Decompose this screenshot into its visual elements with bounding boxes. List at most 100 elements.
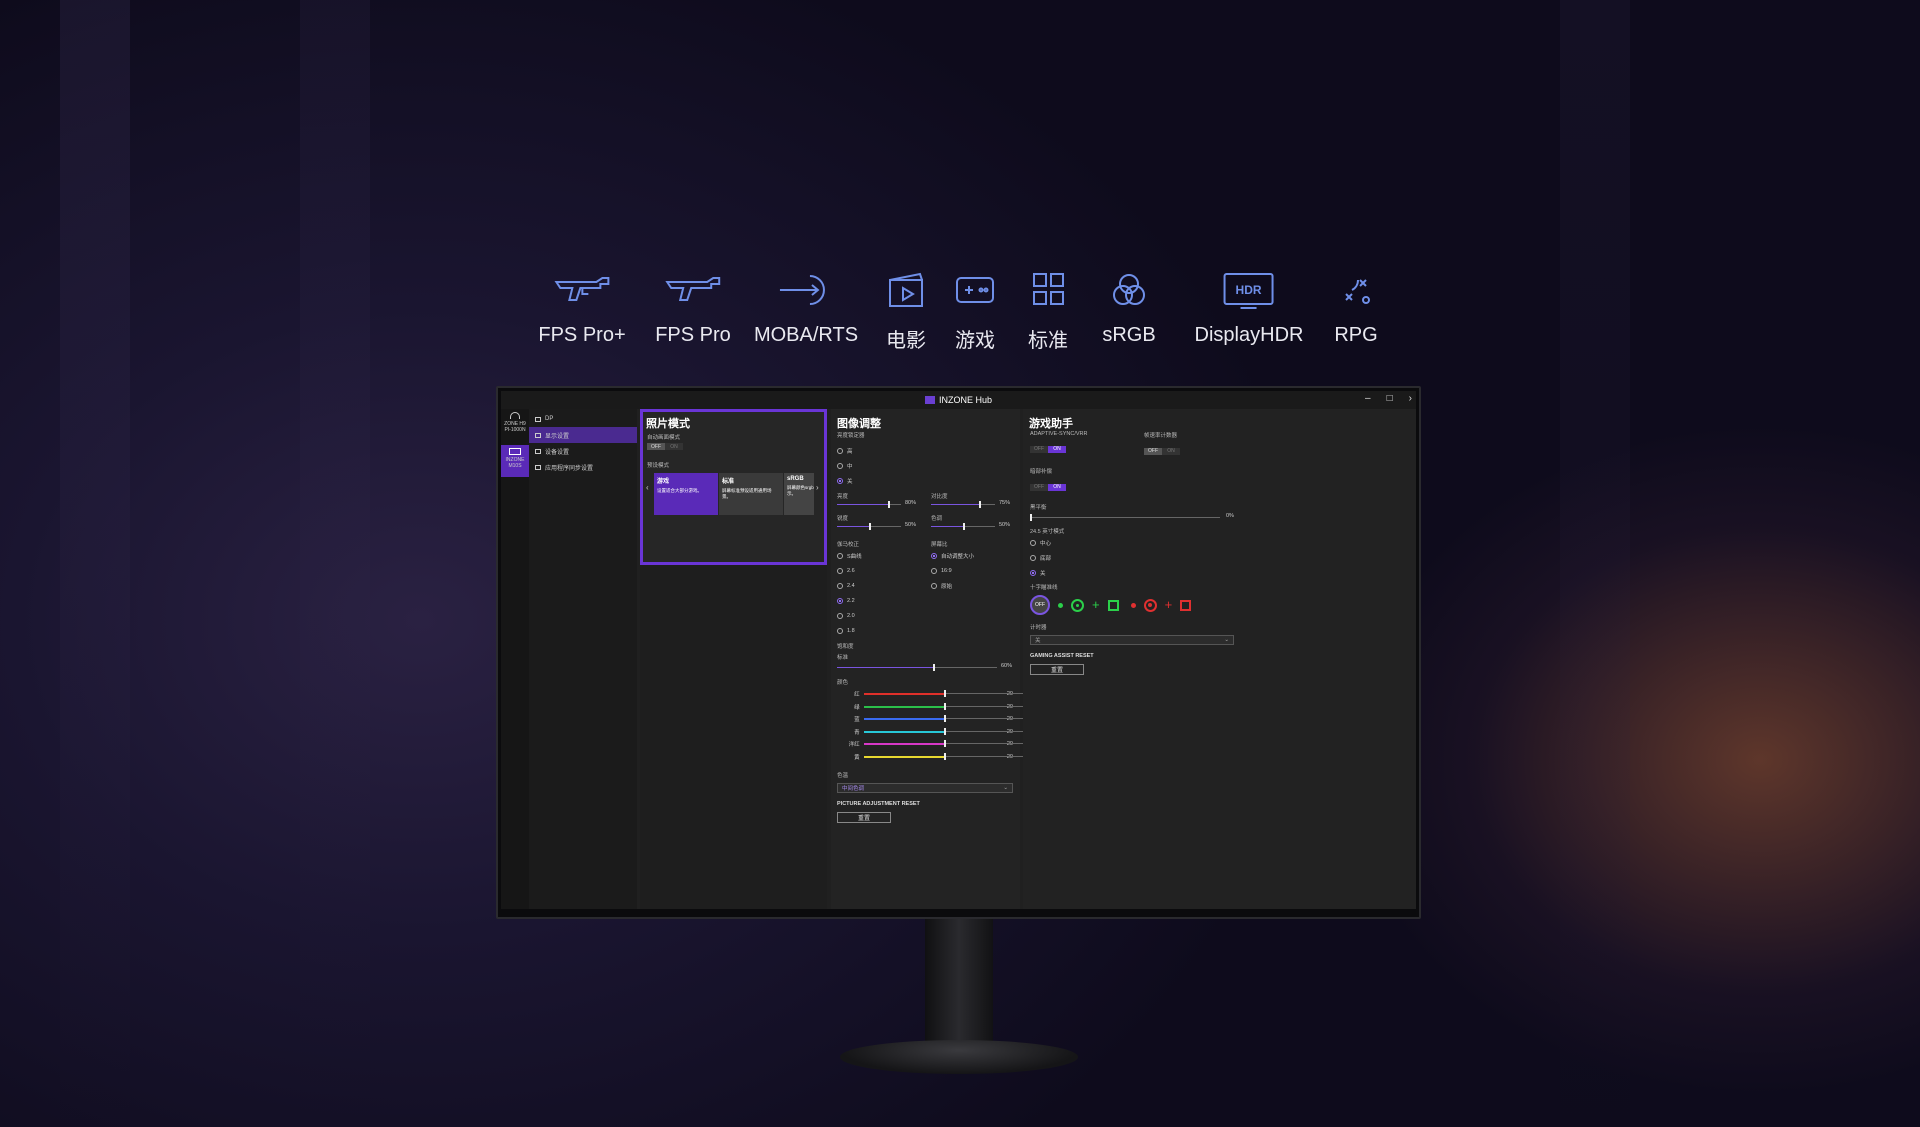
chevron-down-icon: ⌄: [1003, 785, 1008, 791]
color-sliders: 红 20 绿 20 蓝 20 青 20 洋红 20 黄 20: [837, 688, 1024, 764]
color-row-1[interactable]: 绿 20: [837, 701, 1024, 714]
card-desc: 设置适合大部分游戏。: [657, 488, 702, 493]
radio-label: 原始: [941, 583, 953, 590]
gamma-s-curve[interactable]: S曲线: [837, 548, 931, 563]
brightness-lock-off[interactable]: 关: [837, 473, 1013, 488]
mode-label: RPG: [1334, 324, 1378, 346]
carousel-prev-icon[interactable]: ‹: [646, 483, 649, 492]
device-monitor[interactable]: INZONE M10S: [501, 445, 529, 477]
settings-nav: DP 显示设置 设备设置 应用程序同步设置: [529, 409, 637, 909]
contrast-label: 对比度: [931, 494, 948, 500]
picture-reset-button[interactable]: 重置: [837, 812, 891, 823]
window-off[interactable]: 关: [1030, 565, 1230, 580]
color-temp-label: 色温: [837, 773, 849, 779]
mode-game: 游戏: [945, 268, 1005, 353]
color-slider[interactable]: [863, 739, 1024, 749]
color-temp-select[interactable]: 中间色调 ⌄: [837, 783, 1013, 793]
crosshair-dot-red-icon[interactable]: [1130, 602, 1136, 608]
brightness-slider[interactable]: 80%: [837, 500, 917, 510]
color-slider[interactable]: [863, 689, 1024, 699]
nav-app-sync-settings[interactable]: 应用程序同步设置: [529, 459, 637, 475]
saturation-slider[interactable]: 60%: [837, 663, 1013, 673]
auto-mode-toggle[interactable]: OFF ON: [647, 443, 683, 450]
color-slider[interactable]: [863, 727, 1024, 737]
preset-card-game[interactable]: 游戏 设置适合大部分游戏。: [654, 473, 718, 515]
crosshair-dot-green-icon[interactable]: [1058, 602, 1063, 608]
color-value: 20: [1006, 691, 1013, 698]
black-level-toggle[interactable]: OFF ON: [1030, 483, 1066, 491]
gamma-1-8[interactable]: 1.8: [837, 623, 931, 638]
crosshair-ring-red-icon[interactable]: [1143, 598, 1157, 612]
aspect-original[interactable]: 原始: [931, 578, 1013, 593]
color-slider[interactable]: [863, 714, 1024, 724]
photo-mode-title: 照片模式: [646, 418, 690, 430]
nav-device-settings[interactable]: 设备设置: [529, 443, 637, 459]
radio-label: 关: [1040, 570, 1046, 577]
saturation-sublabel: 标准: [837, 655, 849, 661]
radio-checked-icon: [837, 597, 843, 604]
crosshair-ring-green-icon[interactable]: [1071, 598, 1084, 612]
color-slider[interactable]: [863, 752, 1024, 762]
crosshair-box-red-icon[interactable]: [1180, 599, 1192, 611]
crosshair-off-button[interactable]: OFF: [1030, 595, 1050, 615]
mode-icon-row: FPS Pro+ FPS Pro MOBA/RTS 电影 游戏 标准 sRGB …: [530, 268, 1390, 352]
color-row-3[interactable]: 青 20: [837, 726, 1024, 739]
sharpness-value: 50%: [905, 522, 917, 528]
color-value: 20: [1006, 703, 1013, 710]
nav-display-settings[interactable]: 显示设置: [529, 427, 637, 443]
gamma-2-2[interactable]: 2.2: [837, 593, 931, 608]
minimize-button[interactable]: –: [1365, 393, 1371, 404]
crosshair-cross-red-icon[interactable]: +: [1165, 598, 1173, 611]
brightness-lock-mid[interactable]: 中: [837, 458, 1013, 473]
color-row-4[interactable]: 洋红 20: [837, 738, 1024, 751]
brightness-lock-label: 亮度锁定器: [837, 433, 865, 439]
aspect-auto[interactable]: 自动调整大小: [931, 548, 1013, 563]
crosshair-cross-green-icon[interactable]: +: [1092, 598, 1100, 611]
mode-standard: 标准: [1018, 268, 1078, 353]
title-bar: INZONE Hub – □ ›: [501, 391, 1416, 409]
radio-label: 1.8: [847, 627, 855, 634]
window-center[interactable]: 中心: [1030, 535, 1230, 550]
color-row-5[interactable]: 黄 20: [837, 751, 1024, 764]
color-row-2[interactable]: 蓝 20: [837, 713, 1024, 726]
radio-label: 自动调整大小: [941, 553, 975, 560]
timer-label: 计时器: [1030, 625, 1047, 631]
aspect-16-9[interactable]: 16:9: [931, 563, 1013, 578]
color-slider[interactable]: [863, 702, 1024, 712]
nav-input-dp[interactable]: DP: [529, 411, 637, 427]
preset-card-srgb[interactable]: sRGB 屏幕颜色srgb色彩空间显示。: [784, 473, 814, 515]
preset-card-standard[interactable]: 标准 屏幕标准预设适用通用场景。: [719, 473, 783, 515]
gamma-label: 伽马校正: [837, 542, 860, 548]
color-row-0[interactable]: 红 20: [837, 688, 1024, 701]
monitor-icon: [509, 448, 521, 455]
hue-slider[interactable]: 50%: [931, 522, 1011, 532]
contrast-slider[interactable]: 75%: [931, 500, 1011, 510]
window-mode-label: 24.5 英寸模式: [1030, 529, 1065, 535]
fps-counter-toggle[interactable]: OFF ON: [1144, 447, 1180, 455]
brightness-lock-high[interactable]: 高: [837, 443, 1013, 458]
mode-label: FPS Pro+: [538, 324, 626, 346]
select-value: 中间色调: [842, 786, 865, 792]
card-desc: 屏幕标准预设适用通用场景。: [722, 488, 772, 499]
window-bottom[interactable]: 底部: [1030, 550, 1230, 565]
gamma-2-6[interactable]: 2.6: [837, 563, 931, 578]
maximize-button[interactable]: □: [1387, 393, 1393, 404]
crosshair-box-green-icon[interactable]: [1107, 599, 1119, 611]
card-desc: 屏幕颜色srgb色彩空间显示。: [787, 485, 814, 496]
black-eq-slider[interactable]: 0%: [1030, 513, 1234, 523]
gamma-2-4[interactable]: 2.4: [837, 578, 931, 593]
gamma-2-0[interactable]: 2.0: [837, 608, 931, 623]
chevron-down-icon: ⌄: [1224, 637, 1229, 643]
device-headset[interactable]: ZONE H9 PI-1000N: [501, 409, 529, 441]
picture-adjust-panel: 图像调整 亮度锁定器 高 中 关 亮度 80% 对比度 75% 锐度 50% 色…: [831, 409, 1024, 909]
mode-label: 标准: [1028, 330, 1068, 352]
sharpness-slider[interactable]: 50%: [837, 522, 917, 532]
inzone-logo-icon: [924, 396, 935, 404]
radio-icon: [837, 612, 843, 619]
gaming-reset-button[interactable]: 重置: [1030, 664, 1084, 675]
color-name: 黄: [854, 754, 860, 761]
color-name: 红: [854, 692, 860, 699]
close-button[interactable]: ›: [1409, 393, 1412, 404]
vrr-toggle[interactable]: OFF ON: [1030, 445, 1066, 453]
timer-select[interactable]: 关 ⌄: [1030, 635, 1234, 645]
